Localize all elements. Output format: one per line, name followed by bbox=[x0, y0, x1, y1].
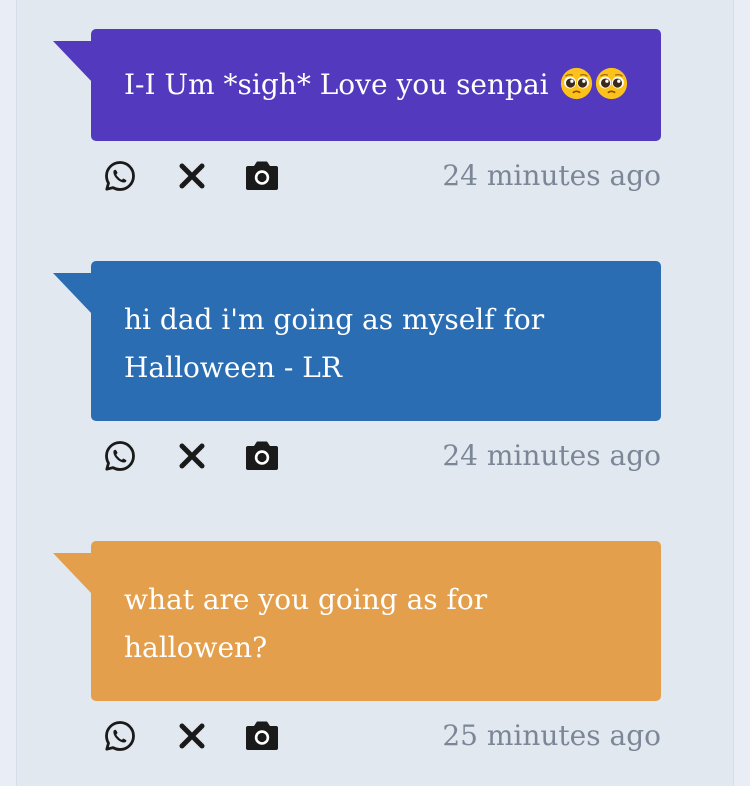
timestamp: 24 minutes ago bbox=[442, 159, 661, 192]
pleading-face-icon bbox=[560, 67, 592, 100]
pleading-face-icon bbox=[595, 67, 627, 100]
whatsapp-icon[interactable] bbox=[101, 157, 139, 195]
camera-icon[interactable] bbox=[243, 437, 281, 475]
camera-icon[interactable] bbox=[243, 157, 281, 195]
x-icon[interactable] bbox=[173, 717, 211, 755]
message-bubble: what are you going as for hallowen? bbox=[91, 541, 661, 701]
x-icon[interactable] bbox=[173, 157, 211, 195]
bubble-tail bbox=[53, 41, 93, 83]
message-bubble: I-I Um *sigh* Love you senpai bbox=[91, 29, 661, 141]
post-feed: I-I Um *sigh* Love you senpai 24 minutes… bbox=[16, 0, 734, 786]
timestamp: 25 minutes ago bbox=[442, 719, 661, 752]
post-actions: 24 minutes ago bbox=[101, 157, 661, 197]
message-text: I-I Um *sigh* Love you senpai bbox=[124, 68, 549, 101]
camera-icon[interactable] bbox=[243, 717, 281, 755]
post-actions: 24 minutes ago bbox=[101, 437, 661, 477]
whatsapp-icon[interactable] bbox=[101, 437, 139, 475]
timestamp: 24 minutes ago bbox=[442, 439, 661, 472]
bubble-tail bbox=[53, 273, 93, 315]
message-text: what are you going as for hallowen? bbox=[124, 583, 488, 664]
x-icon[interactable] bbox=[173, 437, 211, 475]
whatsapp-icon[interactable] bbox=[101, 717, 139, 755]
message-bubble: hi dad i'm going as myself for Halloween… bbox=[91, 261, 661, 421]
bubble-tail bbox=[53, 553, 93, 595]
post-actions: 25 minutes ago bbox=[101, 717, 661, 757]
message-text: hi dad i'm going as myself for Halloween… bbox=[124, 303, 545, 384]
